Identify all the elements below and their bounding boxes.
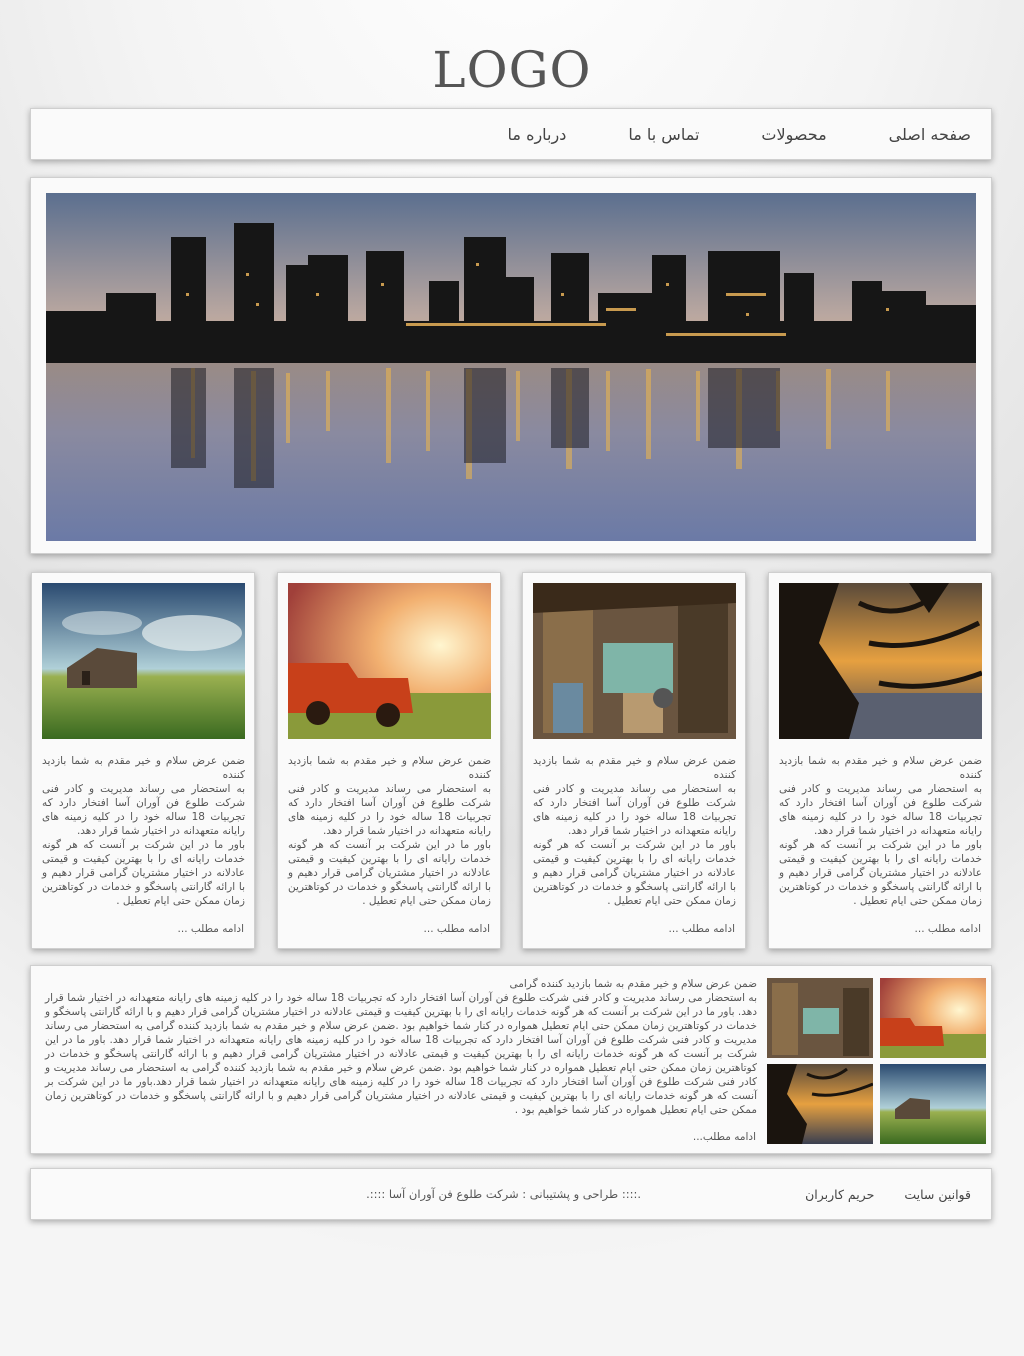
card-text-heading: ضمن عرض سلام و خیر مقدم به شما بازدید کن… [533,755,736,781]
card-2-text: ضمن عرض سلام و خیر مقدم به شما بازدید کن… [533,754,736,908]
card-1-text: ضمن عرض سلام و خیر مقدم به شما بازدید کن… [779,754,982,908]
card-4: ضمن عرض سلام و خیر مقدم به شما بازدید کن… [31,572,255,949]
card-text-heading: ضمن عرض سلام و خیر مقدم به شما بازدید کن… [288,755,491,781]
card-text-paragraph: به استحضار می رساند مدیریت و کادر فنی شر… [288,783,492,837]
card-4-image[interactable] [42,583,245,739]
card-3-image[interactable] [288,583,491,739]
card-4-text: ضمن عرض سلام و خیر مقدم به شما بازدید کن… [42,754,245,908]
site-logo[interactable]: LOGO [0,40,1024,100]
card-text-paragraph: باور ما در این شرکت بر آنست که هر گونه خ… [533,839,736,907]
card-text-paragraph: به استحضار می رساند مدیریت و کادر فنی شر… [42,783,246,837]
card-4-read-more-link[interactable]: ادامه مطلب ... [178,923,244,935]
card-text-paragraph: به استحضار می رساند مدیریت و کادر فنی شر… [533,783,737,837]
featured-article-heading: ضمن عرض سلام و خیر مقدم به شما بازدید کن… [509,978,758,990]
featured-article-body: به استحضار می رساند مدیریت و کادر فنی شر… [45,992,757,1116]
nav-item-home[interactable]: صفحه اصلی [889,125,971,144]
card-1-read-more-link[interactable]: ادامه مطلب ... [915,923,981,935]
nav-item-contact[interactable]: تماس با ما [628,125,699,144]
card-1: ضمن عرض سلام و خیر مقدم به شما بازدید کن… [768,572,992,949]
card-3-read-more-link[interactable]: ادامه مطلب ... [424,923,490,935]
card-text-paragraph: به استحضار می رساند مدیریت و کادر فنی شر… [779,783,983,837]
footer-credit: .:::: طراحی و پشتیبانی : شرکت طلوع فن آو… [366,1187,641,1201]
card-3: ضمن عرض سلام و خیر مقدم به شما بازدید کن… [277,572,501,949]
main-nav: صفحه اصلی محصولات تماس با ما درباره ما [30,108,992,160]
wide-thumb-house-field[interactable] [880,1064,986,1144]
wide-thumb-sunset-tree[interactable] [767,1064,873,1144]
card-2-read-more-link[interactable]: ادامه مطلب ... [669,923,735,935]
banner-image [46,193,976,541]
card-2-image[interactable] [533,583,736,739]
footer-link-privacy[interactable]: حریم کاربران [805,1187,874,1202]
wide-thumb-red-truck[interactable] [880,978,986,1058]
card-text-paragraph: باور ما در این شرکت بر آنست که هر گونه خ… [288,839,491,907]
card-2: ضمن عرض سلام و خیر مقدم به شما بازدید کن… [522,572,746,949]
wide-thumb-workshop[interactable] [767,978,873,1058]
card-text-heading: ضمن عرض سلام و خیر مقدم به شما بازدید کن… [42,755,245,781]
banner-panel [30,177,992,554]
card-text-paragraph: باور ما در این شرکت بر آنست که هر گونه خ… [42,839,245,907]
footer-link-terms[interactable]: قوانین سایت [904,1187,971,1202]
card-text-paragraph: باور ما در این شرکت بر آنست که هر گونه خ… [779,839,982,907]
nav-item-products[interactable]: محصولات [761,125,826,144]
featured-article-text: ضمن عرض سلام و خیر مقدم به شما بازدید کن… [45,977,757,1117]
featured-article-panel: ضمن عرض سلام و خیر مقدم به شما بازدید کن… [30,965,992,1154]
card-3-text: ضمن عرض سلام و خیر مقدم به شما بازدید کن… [288,754,491,908]
card-text-heading: ضمن عرض سلام و خیر مقدم به شما بازدید کن… [779,755,982,781]
nav-item-about[interactable]: درباره ما [508,125,567,144]
card-1-image[interactable] [779,583,982,739]
footer: قوانین سایت حریم کاربران .:::: طراحی و پ… [30,1168,992,1220]
featured-read-more-link[interactable]: ادامه مطلب... [693,1131,756,1143]
